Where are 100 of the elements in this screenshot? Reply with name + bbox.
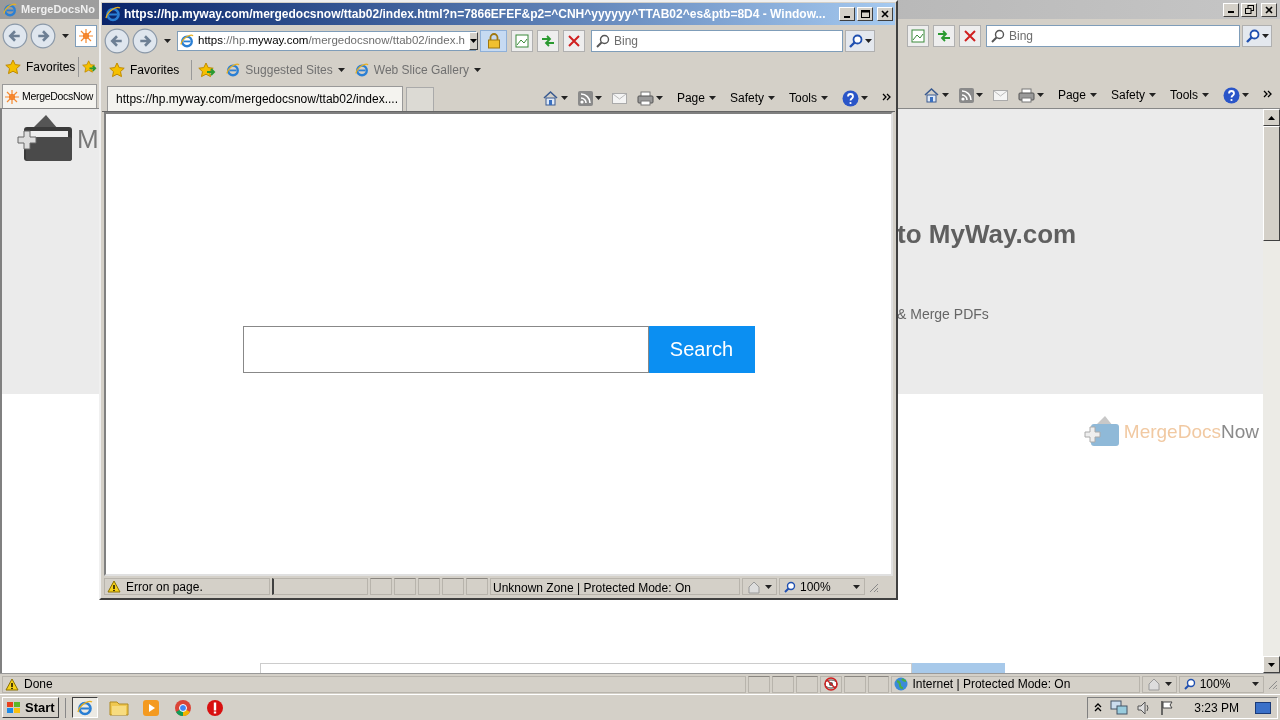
forward-button[interactable] xyxy=(30,23,56,49)
menu-button[interactable]: Safety xyxy=(729,89,775,107)
dropdown-arrow-icon[interactable] xyxy=(473,68,481,72)
dropdown-arrow-icon[interactable] xyxy=(1252,682,1260,686)
security-button[interactable] xyxy=(742,578,777,595)
maximize-button[interactable] xyxy=(857,7,873,21)
dropdown-arrow-icon[interactable] xyxy=(975,93,983,97)
favorites-button[interactable]: Favorites xyxy=(109,61,180,79)
zone-text: Internet | Protected Mode: On xyxy=(912,676,1071,693)
refresh-button[interactable] xyxy=(933,25,955,47)
refresh-icon xyxy=(937,29,951,43)
browser-e-icon xyxy=(180,34,194,48)
search-button[interactable] xyxy=(1242,25,1272,47)
stop-button[interactable] xyxy=(959,25,981,47)
page-icon xyxy=(911,29,925,43)
address-field[interactable]: https://hp.myway.com/mergedocsnow/ttab02/index.h xyxy=(177,31,476,51)
back-button[interactable] xyxy=(104,28,130,54)
browser-e-icon xyxy=(76,699,93,716)
dropdown-arrow-icon[interactable] xyxy=(1164,682,1172,686)
menu-button[interactable]: Safety xyxy=(1110,86,1156,104)
help-icon[interactable] xyxy=(1223,86,1240,104)
dropdown-arrow-icon[interactable] xyxy=(1242,93,1249,97)
restore-button[interactable] xyxy=(1241,2,1257,17)
scrollbar[interactable] xyxy=(1263,109,1280,673)
clock[interactable]: 3:23 PM xyxy=(1194,698,1239,717)
browser-e-icon xyxy=(105,6,121,22)
menu-button[interactable]: Page xyxy=(1057,86,1097,104)
blocked-eye-icon[interactable] xyxy=(822,677,839,691)
dropdown-arrow-icon[interactable] xyxy=(768,96,775,100)
flag-icon[interactable] xyxy=(1160,699,1175,716)
close-button[interactable] xyxy=(1261,2,1277,17)
dropdown-arrow-icon[interactable] xyxy=(1089,93,1097,97)
address-field[interactable] xyxy=(75,25,97,47)
browser-tab[interactable]: https://hp.myway.com/mergedocsnow/ttab02/index.... xyxy=(107,86,403,111)
compatibility-button[interactable] xyxy=(907,25,929,47)
dropdown-arrow-icon[interactable] xyxy=(655,96,663,100)
dropdown-arrow-icon[interactable] xyxy=(594,96,602,100)
zoom-icon xyxy=(784,580,796,593)
dropdown-arrow-icon[interactable] xyxy=(560,96,568,100)
dropdown-arrow-icon[interactable] xyxy=(765,584,772,589)
search-field[interactable]: Bing xyxy=(591,30,843,52)
menu-button[interactable]: Tools xyxy=(1170,86,1209,104)
scroll-up-button[interactable] xyxy=(1263,109,1280,126)
forward-button[interactable] xyxy=(132,28,158,54)
stop-button[interactable] xyxy=(563,30,585,52)
dropdown-arrow-icon[interactable] xyxy=(337,68,345,72)
dropdown-arrow-icon[interactable] xyxy=(708,96,716,100)
dropdown-arrow-icon[interactable] xyxy=(1261,34,1269,38)
minimize-button[interactable] xyxy=(1223,2,1239,17)
browser-icon[interactable] xyxy=(173,698,192,717)
taskbar-browser-button[interactable] xyxy=(71,697,98,718)
status-bar-pane xyxy=(867,675,890,693)
close-button[interactable] xyxy=(877,7,893,21)
print-icon[interactable] xyxy=(636,90,654,106)
zoom-button[interactable]: 100% xyxy=(1178,675,1265,693)
address-dropdown-button[interactable] xyxy=(469,32,478,50)
show-desktop-button[interactable] xyxy=(1255,701,1271,714)
browser-tab[interactable]: MergeDocsNow xyxy=(2,84,97,108)
more-chevron-icon[interactable] xyxy=(1263,90,1272,98)
dropdown-arrow-icon[interactable] xyxy=(62,34,69,38)
search-field[interactable] xyxy=(260,663,912,673)
search-button[interactable] xyxy=(845,30,875,52)
dropdown-arrow-icon[interactable] xyxy=(1149,93,1156,97)
scroll-down-button[interactable] xyxy=(1263,656,1280,673)
dropdown-arrow-icon[interactable] xyxy=(1036,93,1044,97)
menu-button[interactable]: Tools xyxy=(789,89,828,107)
dropdown-arrow-icon[interactable] xyxy=(853,584,860,589)
more-chevron-icon[interactable] xyxy=(882,93,891,101)
resize-grip-icon[interactable] xyxy=(1266,678,1278,690)
browser-e-icon xyxy=(226,63,241,77)
network-icon[interactable] xyxy=(1110,699,1129,716)
status-bar-pane xyxy=(748,675,771,693)
dropdown-arrow-icon[interactable] xyxy=(861,96,868,100)
minimize-button[interactable] xyxy=(839,7,855,21)
status-bar-pane xyxy=(466,578,488,595)
zoom-button[interactable]: 100% xyxy=(779,578,865,595)
home-icon[interactable] xyxy=(541,90,559,106)
menu-button[interactable]: Page xyxy=(676,89,716,107)
dropdown-arrow-icon[interactable] xyxy=(864,39,872,43)
compatibility-button[interactable] xyxy=(511,30,533,52)
favorites-button[interactable]: Favorites xyxy=(5,58,76,76)
search-field[interactable]: Bing xyxy=(986,25,1240,47)
dropdown-arrow-icon[interactable] xyxy=(164,39,171,43)
site-icon xyxy=(79,29,93,43)
down-arrow-icon xyxy=(470,39,477,43)
scrollbar-thumb[interactable] xyxy=(1263,126,1280,241)
dropdown-arrow-icon[interactable] xyxy=(1202,93,1209,97)
dropdown-arrow-icon[interactable] xyxy=(941,93,949,97)
home-icon[interactable] xyxy=(922,87,940,103)
refresh-button[interactable] xyxy=(537,30,559,52)
start-button[interactable]: Start xyxy=(2,697,59,718)
help-icon[interactable] xyxy=(842,89,859,107)
print-icon[interactable] xyxy=(1017,87,1035,103)
search-field[interactable] xyxy=(242,325,649,373)
back-button[interactable] xyxy=(2,23,28,49)
security-button[interactable] xyxy=(1141,675,1177,693)
alert-icon[interactable] xyxy=(205,698,224,717)
dropdown-arrow-icon[interactable] xyxy=(821,96,828,100)
chevron-up-icon[interactable] xyxy=(1094,703,1103,712)
page-heading: to MyWay.com xyxy=(897,218,1078,251)
